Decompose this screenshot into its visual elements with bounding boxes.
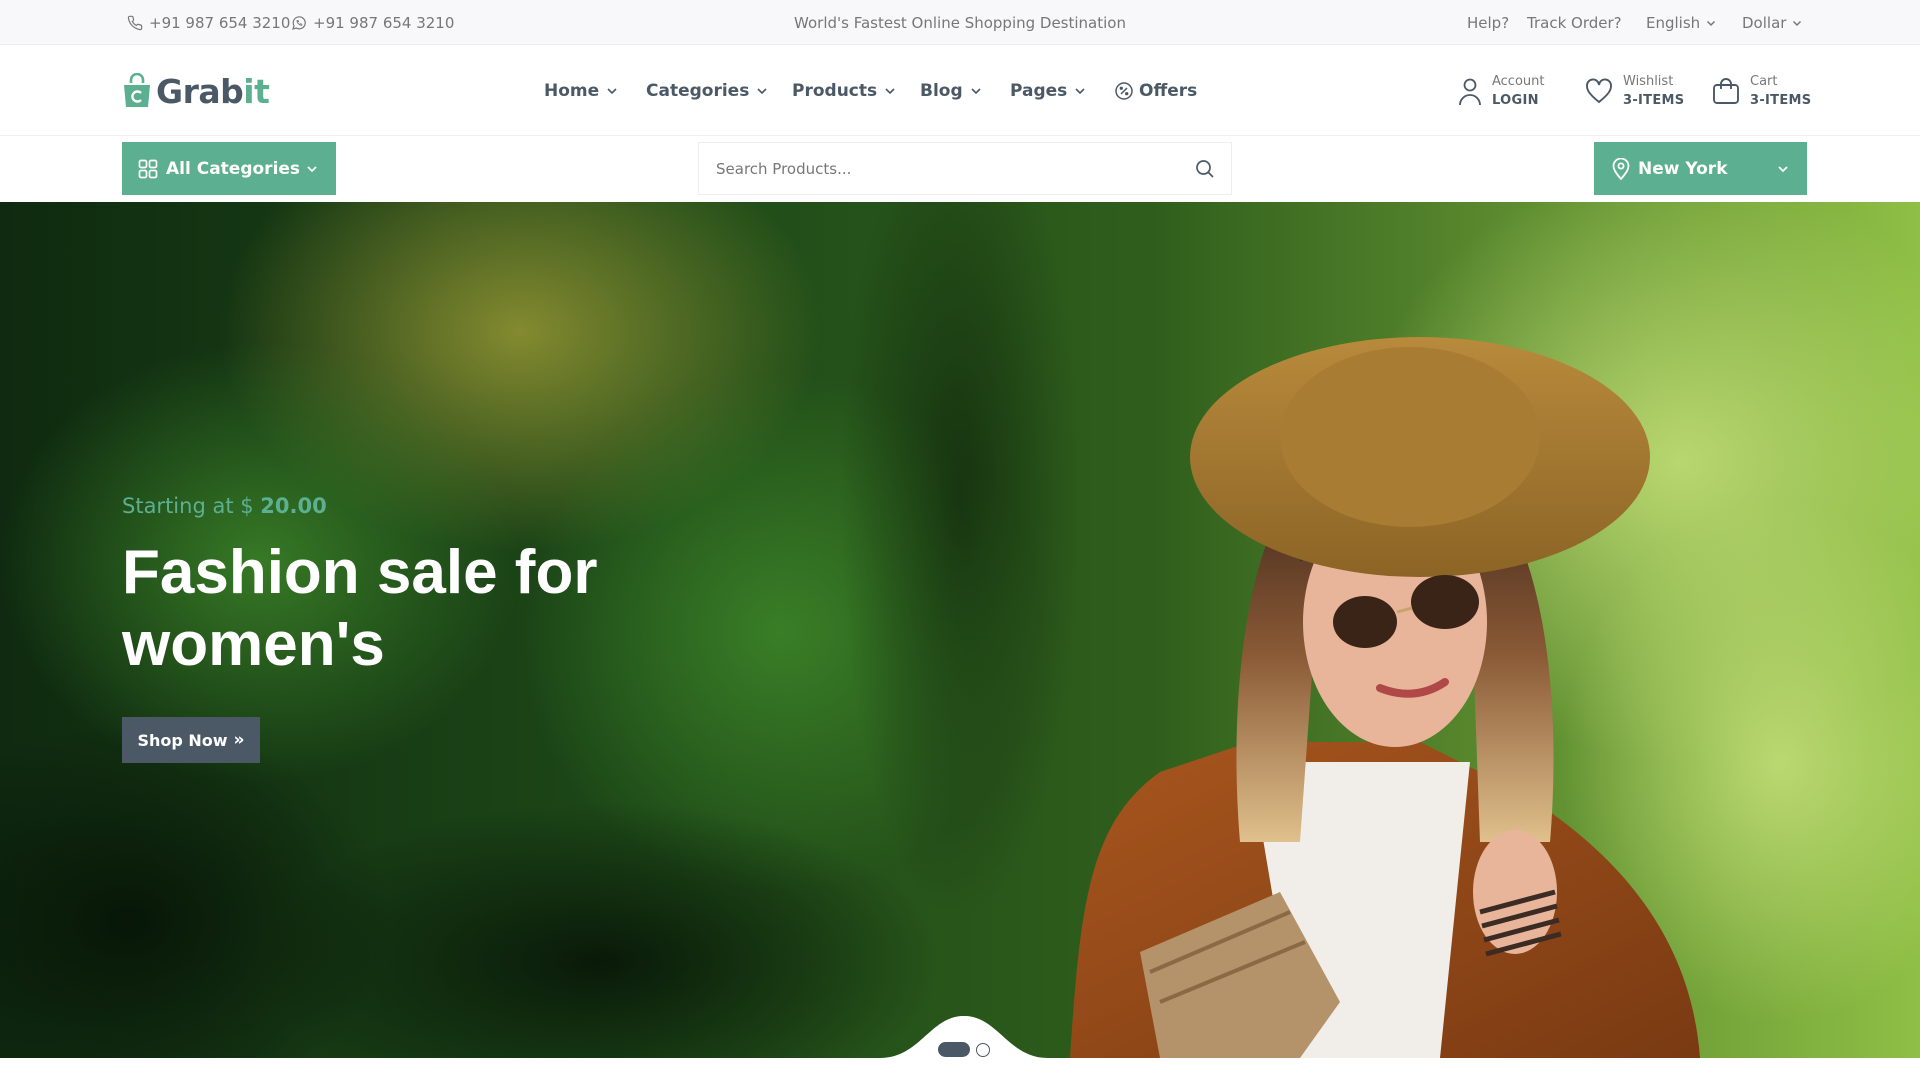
- search-icon[interactable]: [1195, 159, 1215, 179]
- heart-icon: [1586, 78, 1612, 104]
- account-big-label: LOGIN: [1492, 93, 1539, 108]
- chevron-down-icon: [1707, 20, 1716, 26]
- logo-text: Grabit: [156, 71, 270, 111]
- shop-now-label: Shop Now: [137, 730, 228, 750]
- currency-label: Dollar: [1742, 13, 1787, 32]
- chevron-down-icon: [607, 87, 617, 94]
- slider-dot-active[interactable]: [938, 1042, 970, 1057]
- hero-subtitle: Starting at $ 20.00: [122, 494, 327, 518]
- nav-blog[interactable]: Blog: [920, 45, 982, 136]
- whatsapp-icon: [292, 15, 306, 30]
- nav-offers-label: Offers: [1139, 80, 1198, 101]
- cart-link[interactable]: Cart 3-ITEMS: [1712, 69, 1811, 113]
- nav-categories[interactable]: Categories: [646, 45, 768, 136]
- bag-icon: [1713, 78, 1739, 104]
- help-label: Help?: [1467, 13, 1510, 32]
- chevron-down-icon: [757, 87, 767, 94]
- chevron-down-icon: [1778, 166, 1788, 173]
- whatsapp-contact[interactable]: +91 987 654 3210: [291, 0, 454, 45]
- search-input[interactable]: [699, 143, 1169, 194]
- location-dropdown[interactable]: New York: [1594, 142, 1807, 195]
- language-dropdown[interactable]: English: [1646, 0, 1722, 45]
- all-categories-button[interactable]: All Categories: [122, 142, 336, 195]
- chevron-down-icon: [1075, 87, 1085, 94]
- cart-small-label: Cart: [1750, 74, 1778, 89]
- shopping-bag-logo-icon: [124, 73, 150, 107]
- nav-pages-label: Pages: [1010, 80, 1068, 101]
- language-label: English: [1646, 13, 1701, 32]
- wishlist-big-label: 3-ITEMS: [1623, 93, 1685, 108]
- phone-icon: [127, 15, 143, 30]
- account-link[interactable]: Account LOGIN: [1458, 69, 1545, 113]
- nav-home[interactable]: Home: [544, 45, 618, 136]
- track-order-link[interactable]: Track Order?: [1527, 0, 1622, 45]
- wishlist-small-label: Wishlist: [1623, 74, 1674, 89]
- chevron-down-icon: [885, 87, 895, 94]
- logo-accent: it: [243, 71, 270, 111]
- main-header: Grabit Home Categories Products Blog Pag…: [0, 45, 1920, 136]
- location-label: New York: [1638, 158, 1728, 179]
- top-bar: +91 987 654 3210 +91 987 654 3210 World'…: [0, 0, 1920, 45]
- nav-products-label: Products: [792, 80, 878, 101]
- offer-icon: [1115, 81, 1133, 100]
- hero-subtitle-prefix: Starting at $: [122, 494, 261, 518]
- help-link[interactable]: Help?: [1467, 0, 1509, 45]
- shop-now-button[interactable]: Shop Now »: [122, 717, 260, 763]
- phone-number: +91 987 654 3210: [149, 13, 291, 32]
- hero-title: Fashion sale for women's: [122, 538, 598, 679]
- track-order-label: Track Order?: [1527, 13, 1622, 32]
- phone-contact[interactable]: +91 987 654 3210: [127, 0, 290, 45]
- currency-dropdown[interactable]: Dollar: [1742, 0, 1808, 45]
- nav-home-label: Home: [544, 80, 600, 101]
- chevron-down-icon: [971, 87, 981, 94]
- nav-categories-label: Categories: [646, 80, 750, 101]
- account-small-label: Account: [1492, 74, 1545, 89]
- cart-big-label: 3-ITEMS: [1750, 93, 1812, 108]
- logo-main: Grab: [156, 71, 244, 111]
- wishlist-link[interactable]: Wishlist 3-ITEMS: [1585, 69, 1684, 113]
- whatsapp-number: +91 987 654 3210: [313, 13, 455, 32]
- hero-slider: Starting at $ 20.00 Fashion sale for wom…: [0, 202, 1920, 1058]
- double-chevron-right-icon: »: [233, 730, 245, 750]
- search-row: All Categories New York: [0, 136, 1920, 202]
- page-bottom-spacer: [0, 1058, 1920, 1080]
- slider-dot[interactable]: [976, 1043, 990, 1057]
- search-box: [698, 142, 1232, 195]
- chevron-down-icon: [1793, 20, 1802, 26]
- user-icon: [1459, 78, 1481, 106]
- location-pin-icon: [1612, 157, 1630, 180]
- nav-pages[interactable]: Pages: [1010, 45, 1086, 136]
- hero-price: 20.00: [260, 494, 327, 518]
- nav-blog-label: Blog: [920, 80, 963, 101]
- tagline: World's Fastest Online Shopping Destinat…: [794, 13, 1126, 32]
- site-logo[interactable]: Grabit: [122, 69, 270, 113]
- nav-offers[interactable]: Offers: [1114, 45, 1197, 136]
- nav-products[interactable]: Products: [792, 45, 896, 136]
- grid-icon: [138, 159, 158, 178]
- all-categories-label: All Categories: [166, 158, 301, 179]
- chevron-down-icon: [307, 166, 317, 173]
